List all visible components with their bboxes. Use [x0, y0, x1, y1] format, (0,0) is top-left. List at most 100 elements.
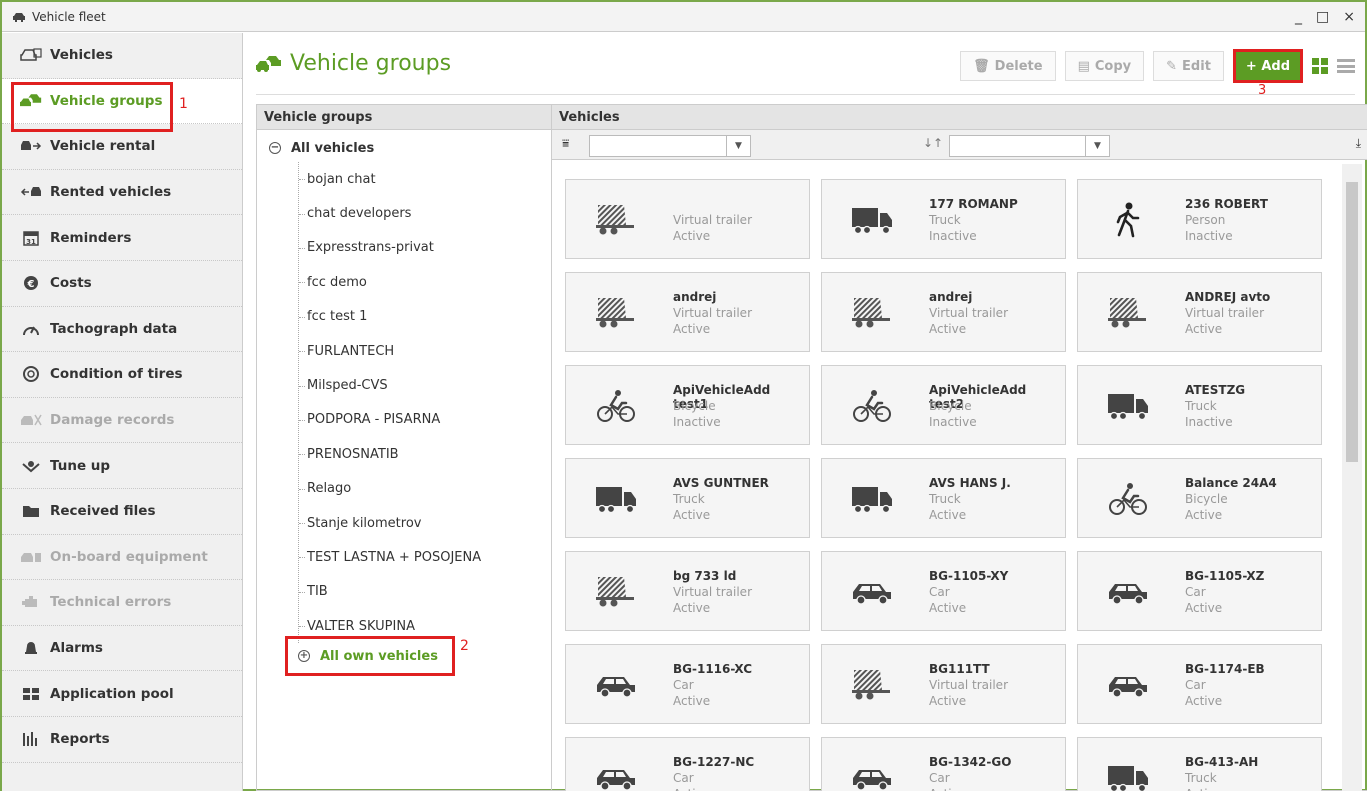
tree-root-all-own-vehicles[interactable]: + All own vehicles	[285, 636, 455, 676]
copy-icon: ▤	[1077, 58, 1090, 74]
vehicle-card[interactable]: ATESTZG Truck Inactive	[1077, 365, 1322, 445]
add-button[interactable]: + Add	[1232, 49, 1303, 83]
vehicle-card[interactable]: BG111TT Virtual trailer Active	[821, 644, 1066, 724]
filter-select[interactable]: ▼	[589, 135, 751, 157]
trash-icon: 🗑	[973, 58, 990, 74]
vehicle-card[interactable]: andrej Virtual trailer Active	[821, 272, 1066, 352]
minimize-button[interactable]: _	[1295, 9, 1302, 25]
sort-select[interactable]: ▼	[949, 135, 1110, 157]
sidebar-item-on-board-equipment[interactable]: On-board equipment	[2, 535, 242, 581]
tree-item[interactable]: fcc test 1	[299, 300, 551, 334]
tree-item[interactable]: chat developers	[299, 196, 551, 230]
sidebar-item-costs[interactable]: € Costs	[2, 261, 242, 307]
vehicle-name: BG-1227-NC	[673, 755, 755, 769]
sidebar-item-technical-errors[interactable]: Technical errors	[2, 580, 242, 626]
maximize-button[interactable]: □	[1316, 9, 1329, 25]
vehicle-card[interactable]: BG-1105-XZ Car Active	[1077, 551, 1322, 631]
vehicle-name: Balance 24A4	[1185, 476, 1277, 490]
bicycle-icon	[850, 388, 894, 424]
tree-item[interactable]: PRENOSNATIB	[299, 437, 551, 471]
vehicle-status: Active	[1185, 787, 1222, 791]
vehicle-status: Active	[673, 787, 710, 791]
sidebar-item-vehicles[interactable]: Vehicles	[2, 33, 242, 79]
bicycle-icon	[594, 388, 638, 424]
vehicle-status: Active	[673, 694, 711, 708]
vehicle-card[interactable]: bg 733 ld Virtual trailer Active	[565, 551, 810, 631]
tree-item[interactable]: Relago	[299, 472, 551, 506]
tree-item[interactable]: Expresstrans-privat	[299, 231, 551, 265]
sidebar-item-reminders[interactable]: 31 Reminders	[2, 215, 242, 261]
vehicle-status: Inactive	[673, 415, 721, 429]
expand-icon[interactable]: +	[298, 650, 310, 662]
tree-root-all-vehicles[interactable]: − All vehicles	[257, 134, 551, 162]
sidebar-item-tune-up[interactable]: Tune up	[2, 443, 242, 489]
vehicle-status: Active	[673, 601, 711, 615]
vehicle-type: Truck	[929, 492, 961, 506]
vehicle-type: Car	[929, 585, 950, 599]
vehicle-card[interactable]: BG-1174-EB Car Active	[1077, 644, 1322, 724]
tree-item[interactable]: Stanje kilometrov	[299, 506, 551, 540]
sidebar: Vehicles Vehicle groups Vehicle rental Rent…	[2, 33, 243, 791]
sidebar-item-reports[interactable]: Reports	[2, 717, 242, 763]
export-icon[interactable]: ⤓	[1356, 136, 1361, 151]
close-button[interactable]: ×	[1343, 9, 1355, 25]
sidebar-item-label: Application pool	[50, 685, 174, 702]
tree-item[interactable]: PODPORA - PISARNA	[299, 403, 551, 437]
collapse-icon[interactable]: −	[269, 142, 281, 154]
scrollbar[interactable]	[1342, 164, 1362, 791]
sidebar-item-label: Tune up	[50, 457, 111, 474]
edit-button[interactable]: ✎ Edit	[1153, 51, 1224, 81]
vehicle-name: BG-1105-XY	[929, 569, 1009, 583]
sidebar-item-rented-vehicles[interactable]: Rented vehicles	[2, 170, 242, 216]
tree-item[interactable]: FURLANTECH	[299, 334, 551, 368]
vehicle-type: Truck	[1185, 399, 1217, 413]
delete-button[interactable]: 🗑 Delete	[960, 51, 1056, 81]
vehicle-card[interactable]: Virtual trailer Active	[565, 179, 810, 259]
vehicle-status: Active	[673, 322, 711, 336]
filter-icon: ⩸	[562, 136, 570, 150]
vehicle-status: Active	[1185, 601, 1223, 615]
vehicle-status: Active	[929, 694, 967, 708]
sidebar-item-damage-records[interactable]: Damage records	[2, 398, 242, 444]
list-view-icon[interactable]	[1337, 58, 1355, 74]
app-window: Vehicle fleet _ □ × Vehicles Vehicle grou…	[0, 0, 1367, 791]
vehicle-card[interactable]: BG-1342-GO Car Active	[821, 737, 1066, 791]
grid-view-icon[interactable]	[1312, 58, 1328, 74]
vehicle-groups-icon	[256, 55, 281, 72]
sidebar-item-application-pool[interactable]: Application pool	[2, 671, 242, 717]
copy-button[interactable]: ▤ Copy	[1064, 51, 1145, 81]
vehicle-card[interactable]: ApiVehicleAdd test1 Bicycle Inactive	[565, 365, 810, 445]
vehicle-card[interactable]: AVS GUNTNER Truck Active	[565, 458, 810, 538]
car-icon	[1106, 574, 1150, 610]
scrollbar-thumb[interactable]	[1346, 182, 1358, 462]
vehicle-card[interactable]: BG-1227-NC Car Active	[565, 737, 810, 791]
tree-item[interactable]: TIB	[299, 575, 551, 609]
vehicle-card[interactable]: ANDREJ avto Virtual trailer Active	[1077, 272, 1322, 352]
sidebar-item-received-files[interactable]: Received files	[2, 489, 242, 535]
tree-item[interactable]: Milsped-CVS	[299, 368, 551, 402]
vehicle-status: Inactive	[1185, 229, 1233, 243]
vehicle-status: Inactive	[929, 415, 977, 429]
tree-item[interactable]: bojan chat	[299, 162, 551, 196]
vehicle-card[interactable]: ApiVehicleAdd test2 Bicycle Inactive	[821, 365, 1066, 445]
vehicle-type: Truck	[673, 492, 705, 506]
tire-icon	[20, 366, 42, 383]
vehicle-card[interactable]: andrej Virtual trailer Active	[565, 272, 810, 352]
vehicle-card[interactable]: AVS HANS J. Truck Active	[821, 458, 1066, 538]
vehicle-card[interactable]: BG-1105-XY Car Active	[821, 551, 1066, 631]
vehicle-card[interactable]: BG-413-AH Truck Active	[1077, 737, 1322, 791]
sidebar-item-condition-of-tires[interactable]: Condition of tires	[2, 352, 242, 398]
vehicle-name: BG111TT	[929, 662, 990, 676]
vehicle-type: Car	[673, 678, 694, 692]
vehicle-card[interactable]: 236 ROBERT Person Inactive	[1077, 179, 1322, 259]
sidebar-item-alarms[interactable]: Alarms	[2, 626, 242, 672]
tree-item[interactable]: TEST LASTNA + POSOJENA	[299, 540, 551, 574]
toolbar: 🗑 Delete ▤ Copy ✎ Edit + Add	[960, 49, 1355, 83]
vehicle-card[interactable]: 177 ROMANP Truck Inactive	[821, 179, 1066, 259]
sidebar-item-tachograph-data[interactable]: Tachograph data	[2, 307, 242, 353]
vehicle-card[interactable]: BG-1116-XC Car Active	[565, 644, 810, 724]
vehicle-card[interactable]: Balance 24A4 Bicycle Active	[1077, 458, 1322, 538]
tree-item[interactable]: fcc demo	[299, 265, 551, 299]
vehicle-type: Bicycle	[673, 399, 716, 413]
highlight-box-1	[11, 82, 173, 132]
